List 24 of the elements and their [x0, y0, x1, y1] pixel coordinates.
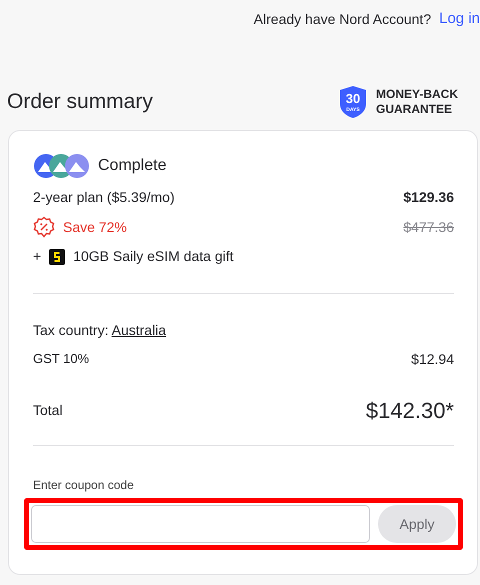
plus-sign: + — [33, 247, 42, 266]
login-link[interactable]: Log in — [439, 8, 480, 30]
product-logos-icon — [33, 153, 90, 179]
total-label: Total — [33, 401, 63, 420]
plan-term: 2-year plan ($5.39/mo) — [33, 188, 175, 207]
coupon-label: Enter coupon code — [33, 477, 135, 494]
saily-logo-icon — [49, 248, 66, 264]
old-price: $477.36 — [403, 218, 454, 236]
guarantee-text: MONEY-BACK — [376, 87, 458, 102]
plan-price: $129.36 — [403, 188, 454, 207]
discount-icon — [33, 216, 55, 238]
guarantee-text: GUARANTEE — [376, 102, 453, 117]
plan-name: Complete — [98, 156, 166, 176]
tax-label: Tax country: — [33, 322, 108, 338]
gift-text: 10GB Saily eSIM data gift — [73, 247, 234, 266]
coupon-input[interactable] — [31, 505, 370, 543]
apply-button[interactable]: Apply — [378, 505, 456, 543]
saving-text: Save 72% — [63, 218, 127, 236]
tax-country-link[interactable]: Australia — [112, 322, 166, 338]
account-question: Already have Nord Account? — [254, 10, 432, 29]
page-title: Order summary — [7, 89, 153, 115]
total-amount: $142.30* — [366, 397, 454, 425]
gst-label: GST 10% — [33, 350, 90, 368]
gst-amount: $12.94 — [411, 350, 454, 369]
